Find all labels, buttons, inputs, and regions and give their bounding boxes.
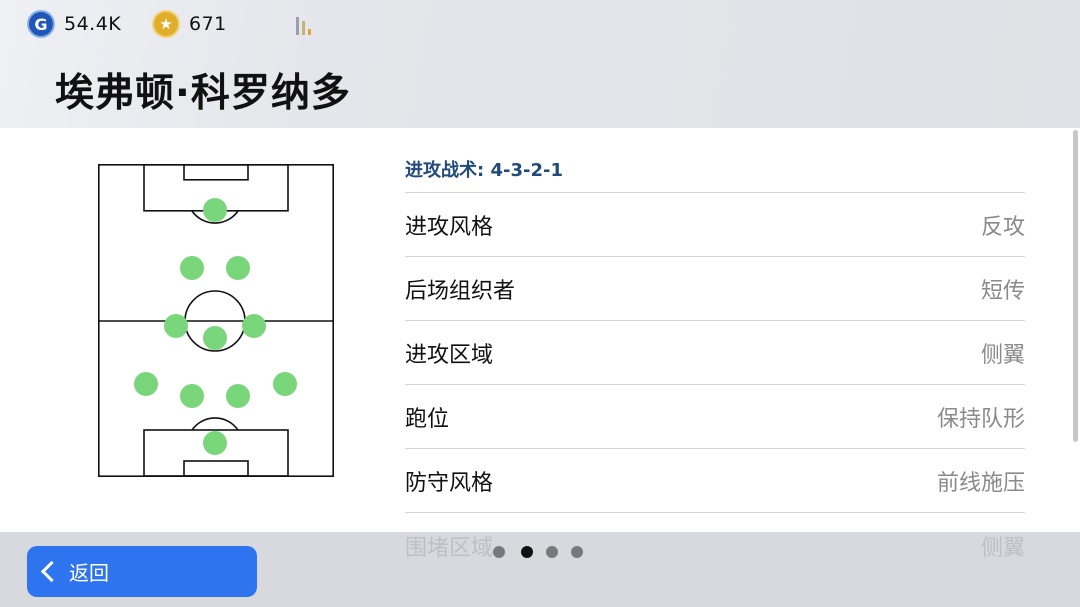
coin-value: 671: [189, 13, 227, 35]
player-dot: [273, 372, 297, 396]
player-dot: [203, 326, 227, 350]
tactic-value: 前线施压: [936, 470, 1025, 496]
page-title: 埃弗顿·科罗纳多: [55, 71, 351, 116]
tactic-row-positioning[interactable]: 跑位 保持队形: [405, 385, 1025, 449]
formation-label: 进攻战术: 4-3-2-1: [405, 150, 1025, 193]
tactic-label: 围堵区域: [405, 536, 494, 561]
tactics-list: 进攻战术: 4-3-2-1 进攻风格 反攻 后场组织者 短传 进攻区域 侧翼 跑…: [405, 150, 1025, 513]
tactic-row-attack-style[interactable]: 进攻风格 反攻: [405, 193, 1025, 257]
signal-icon: [296, 13, 320, 35]
tactic-value: 侧翼: [980, 342, 1025, 368]
tactic-label: 进攻区域: [405, 342, 494, 368]
gp-counter: G 54.4K: [27, 10, 121, 38]
scrollbar[interactable]: [1073, 130, 1078, 442]
tactic-row-attack-area[interactable]: 进攻区域 侧翼: [405, 321, 1025, 385]
player-dot: [134, 372, 158, 396]
player-dot: [226, 384, 250, 408]
pitch-diagram: [98, 164, 334, 477]
tactic-label: 跑位: [405, 406, 450, 432]
player-dot: [203, 431, 227, 455]
tactic-label: 防守风格: [405, 470, 494, 496]
tactic-label: 进攻风格: [405, 214, 494, 240]
player-dot: [164, 314, 188, 338]
page-dot-active[interactable]: [521, 546, 533, 558]
tactic-value: 反攻: [980, 214, 1025, 240]
player-dot: [203, 198, 227, 222]
tactic-value: 保持队形: [936, 406, 1025, 432]
star-coin-icon: ★: [152, 10, 180, 38]
chevron-left-icon: [40, 560, 63, 583]
page-dot[interactable]: [571, 546, 583, 558]
tactic-label: 后场组织者: [405, 278, 516, 304]
player-dot: [226, 256, 250, 280]
player-dot: [180, 256, 204, 280]
back-button[interactable]: 返回: [27, 546, 257, 597]
tactic-value: 短传: [980, 278, 1025, 304]
tactic-row-build-up[interactable]: 后场组织者 短传: [405, 257, 1025, 321]
gp-value: 54.4K: [64, 13, 122, 35]
page-dot[interactable]: [546, 546, 558, 558]
tactic-value: 侧翼: [980, 536, 1025, 561]
top-bar: G 54.4K ★ 671 埃弗顿·科罗纳多: [0, 0, 1080, 128]
tactic-row-defense-style[interactable]: 防守风格 前线施压: [405, 449, 1025, 513]
page-indicator: [493, 545, 593, 559]
player-dot: [180, 384, 204, 408]
coin-counter: ★ 671: [152, 10, 227, 38]
g-coin-icon: G: [27, 10, 55, 38]
back-label: 返回: [69, 561, 109, 585]
page-dot[interactable]: [493, 546, 505, 558]
formation-players: [134, 198, 297, 455]
player-dot: [242, 314, 266, 338]
